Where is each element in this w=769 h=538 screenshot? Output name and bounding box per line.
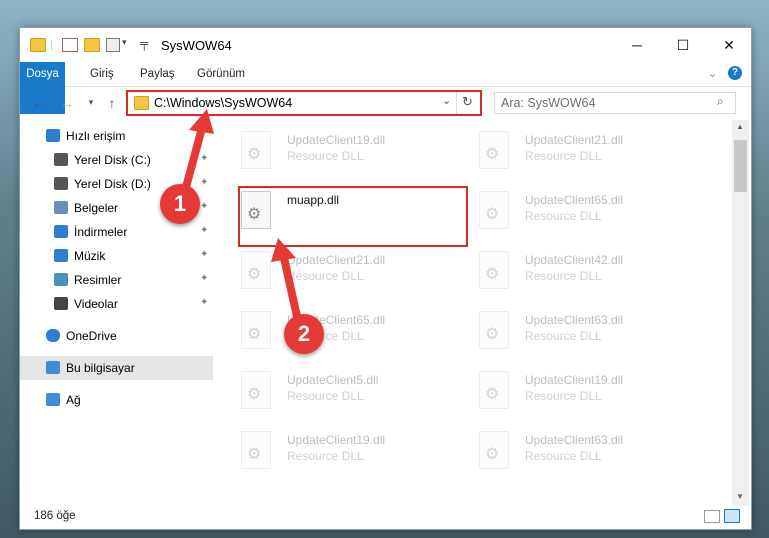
annotation-badge-1: 1 <box>160 184 200 224</box>
annotation-badge-2: 2 <box>284 314 324 354</box>
annotation-overlay <box>178 109 304 331</box>
